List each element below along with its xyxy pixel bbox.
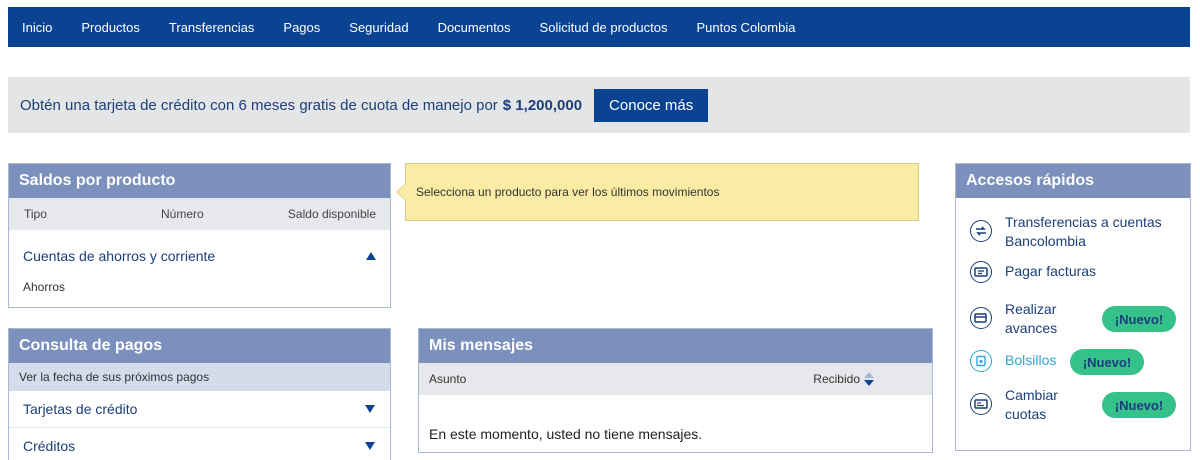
saldos-panel: Saldos por producto Tipo Número Saldo di… bbox=[8, 163, 391, 308]
mensajes-empty: En este momento, usted no tiene mensajes… bbox=[429, 426, 703, 442]
mensajes-title: Mis mensajes bbox=[419, 329, 932, 363]
nuevo-badge: ¡Nuevo! bbox=[1102, 306, 1176, 332]
col-saldo: Saldo disponible bbox=[287, 207, 376, 221]
acceso-pagar-facturas[interactable]: Pagar facturas bbox=[970, 261, 1096, 283]
movements-tooltip: Selecciona un producto para ver los últi… bbox=[396, 163, 919, 221]
accesos-title: Accesos rápidos bbox=[956, 164, 1190, 198]
promo-text: Obtén una tarjeta de crédito con 6 meses… bbox=[20, 96, 498, 114]
cuentas-group-toggle[interactable]: Cuentas de ahorros y corriente bbox=[9, 230, 390, 282]
tarjetas-credito-label: Tarjetas de crédito bbox=[23, 401, 138, 417]
transfer-icon bbox=[970, 220, 992, 242]
cuentas-group-label: Cuentas de ahorros y corriente bbox=[23, 248, 216, 264]
nav-item-seguridad[interactable]: Seguridad bbox=[349, 20, 408, 35]
nav-item-pagos[interactable]: Pagos bbox=[283, 20, 320, 35]
acceso-pagar-facturas-label: Pagar facturas bbox=[1005, 263, 1097, 279]
consulta-title: Consulta de pagos bbox=[9, 329, 390, 363]
consulta-pagos-panel: Consulta de pagos Ver la fecha de sus pr… bbox=[8, 328, 391, 460]
col-asunto: Asunto bbox=[429, 372, 467, 386]
acceso-avances-line2: avances bbox=[1005, 320, 1058, 336]
nav-item-transferencias[interactable]: Transferencias bbox=[169, 20, 255, 35]
top-nav: Inicio Productos Transferencias Pagos Se… bbox=[8, 7, 1190, 47]
card-advance-icon bbox=[970, 307, 992, 329]
creditos-label: Créditos bbox=[23, 438, 76, 454]
nav-item-documentos[interactable]: Documentos bbox=[438, 20, 511, 35]
tarjetas-credito-row[interactable]: Tarjetas de crédito bbox=[9, 391, 390, 428]
promo-amount: $ 1,200,000 bbox=[502, 96, 583, 114]
acceso-transferencias-line2: Bancolombia bbox=[1005, 233, 1086, 249]
nav-item-inicio[interactable]: Inicio bbox=[22, 20, 52, 35]
nuevo-badge: ¡Nuevo! bbox=[1070, 349, 1144, 375]
saldos-column-headers: Tipo Número Saldo disponible bbox=[9, 198, 390, 230]
sort-icon bbox=[864, 372, 874, 386]
pocket-icon bbox=[970, 350, 992, 372]
acceso-cuotas-line1: Cambiar bbox=[1005, 387, 1058, 403]
nav-item-productos[interactable]: Productos bbox=[81, 20, 140, 35]
saldos-title: Saldos por producto bbox=[9, 164, 390, 198]
creditos-row[interactable]: Créditos bbox=[9, 428, 390, 460]
chevron-down-icon bbox=[365, 405, 375, 413]
promo-banner: Obtén una tarjeta de crédito con 6 meses… bbox=[8, 77, 1190, 133]
nav-item-solicitud[interactable]: Solicitud de productos bbox=[540, 20, 668, 35]
tooltip-text: Selecciona un producto para ver los últi… bbox=[416, 185, 720, 199]
change-installments-icon bbox=[970, 393, 992, 415]
acceso-bolsillos-label: Bolsillos bbox=[1005, 352, 1057, 368]
nuevo-badge: ¡Nuevo! bbox=[1102, 392, 1176, 418]
col-recibido-sort[interactable]: Recibido bbox=[813, 372, 874, 386]
ahorros-label: Ahorros bbox=[23, 280, 66, 294]
mensajes-column-headers: Asunto Recibido bbox=[419, 363, 932, 395]
consulta-subtitle: Ver la fecha de sus próximos pagos bbox=[9, 363, 390, 391]
mensajes-panel: Mis mensajes Asunto Recibido En este mom… bbox=[418, 328, 933, 453]
acceso-avances-line1: Realizar bbox=[1005, 301, 1057, 317]
col-tipo: Tipo bbox=[24, 207, 47, 221]
acceso-bolsillos[interactable]: Bolsillos bbox=[970, 350, 1056, 372]
acceso-cuotas-line2: cuotas bbox=[1005, 406, 1047, 422]
col-recibido: Recibido bbox=[813, 372, 860, 386]
acceso-cambiar-cuotas[interactable]: Cambiar cuotas bbox=[970, 387, 1058, 422]
bill-icon bbox=[970, 261, 992, 283]
chevron-up-icon bbox=[366, 252, 376, 260]
acceso-transferencias[interactable]: Transferencias a cuentas Bancolombia bbox=[970, 214, 1162, 249]
col-numero: Número bbox=[161, 207, 204, 221]
nav-item-puntos[interactable]: Puntos Colombia bbox=[696, 20, 795, 35]
chevron-down-icon bbox=[365, 442, 375, 450]
acceso-transferencias-line1: Transferencias a cuentas bbox=[1005, 214, 1162, 230]
accesos-panel: Accesos rápidos Transferencias a cuentas… bbox=[955, 163, 1191, 451]
conoce-mas-button[interactable]: Conoce más bbox=[594, 88, 709, 122]
acceso-realizar-avances[interactable]: Realizar avances bbox=[970, 301, 1057, 336]
